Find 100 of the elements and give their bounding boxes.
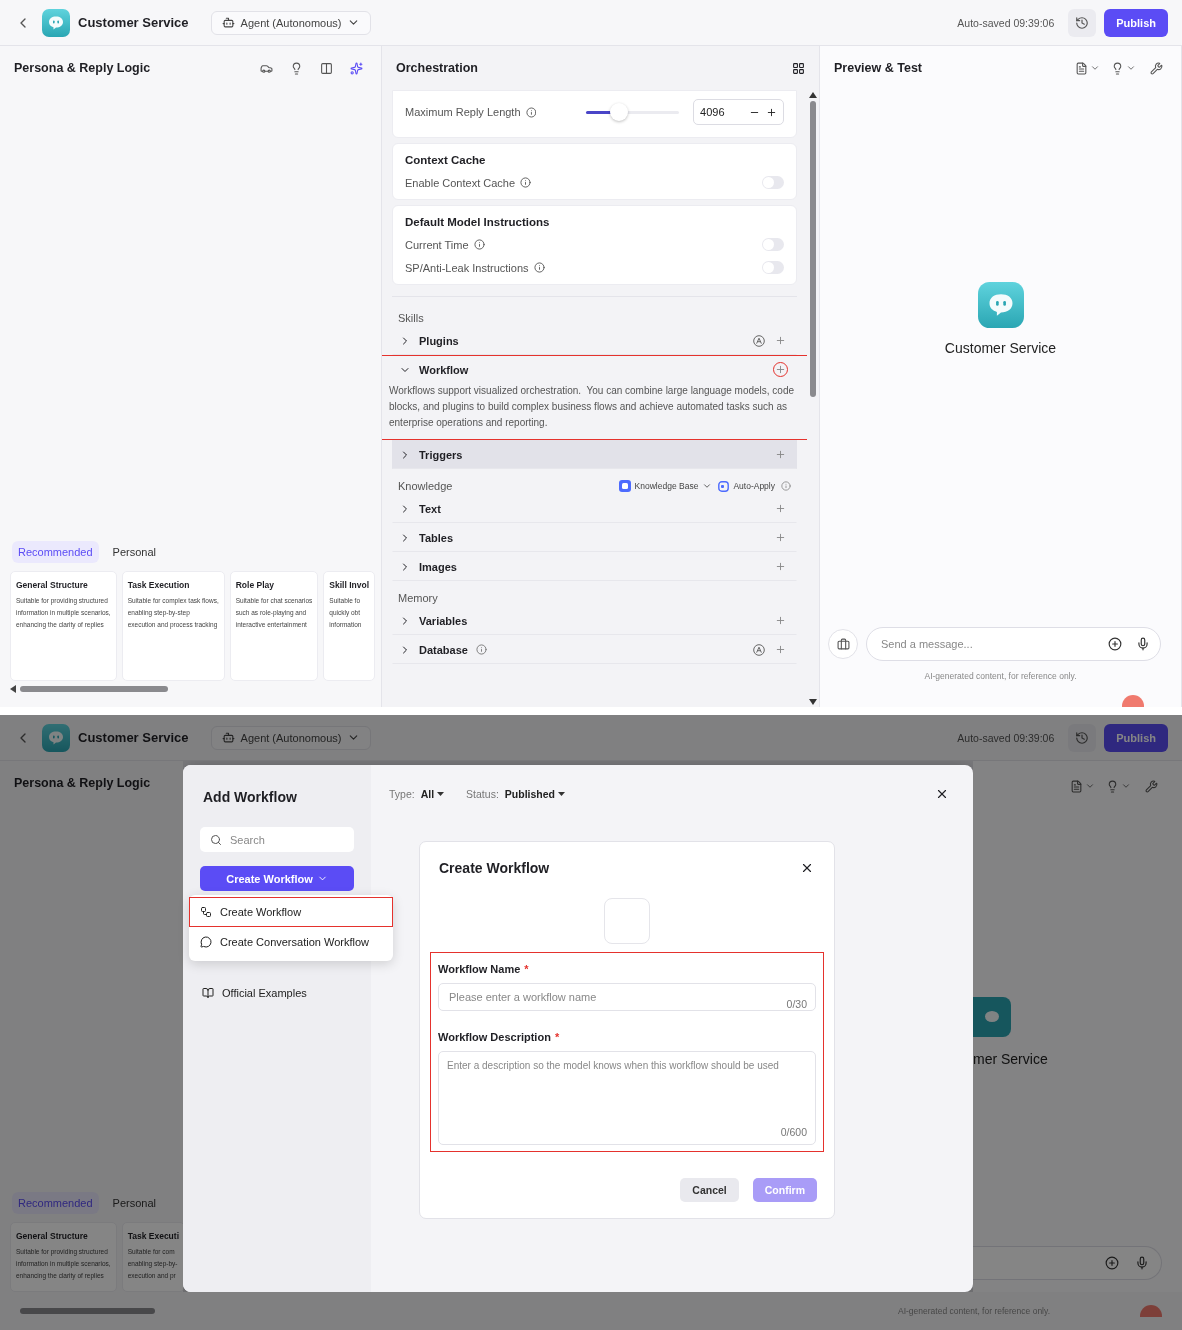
setting-label: SP/Anti-Leak Instructions (405, 261, 529, 274)
columns-icon (319, 61, 333, 75)
number-input[interactable]: 4096 (693, 99, 784, 125)
modal-title: Add Workflow (203, 789, 298, 805)
chat-icon (200, 936, 212, 948)
bot-logo-icon (42, 8, 70, 37)
template-title: Role Play (235, 580, 275, 590)
name-input[interactable]: Please enter a workflow name (447, 990, 787, 1004)
book-icon (202, 987, 214, 999)
group-title: Knowledge (398, 480, 454, 492)
chevron-down-icon (1120, 781, 1131, 791)
template-title: Skill Invol (329, 580, 369, 590)
info-icon (525, 106, 537, 118)
document-icon (1069, 779, 1083, 793)
wrench-icon (1149, 61, 1163, 75)
template-title: General Structure (16, 1231, 89, 1241)
number-value: 4096 (700, 106, 726, 118)
skill-row[interactable]: Triggers (392, 440, 797, 469)
briefcase-icon (836, 637, 850, 651)
info-icon (781, 481, 791, 491)
menu-item[interactable]: Create Workflow (189, 897, 393, 927)
knowledge-base-dropdown[interactable]: Knowledge Base (618, 480, 713, 492)
mode-label: Agent (Autonomous) (240, 16, 342, 29)
close-icon[interactable] (800, 861, 814, 875)
message-field[interactable]: Send a message... (866, 627, 1161, 661)
description-field[interactable]: Enter a description so the model knows when this workflow should be used 0/600 (438, 1051, 816, 1145)
auto-mode-icon[interactable] (753, 334, 765, 347)
microphone-icon[interactable] (1136, 637, 1150, 651)
message-input[interactable] (973, 1246, 1162, 1280)
publish-button[interactable]: Publish (1104, 8, 1168, 37)
chevron-down-icon (702, 481, 713, 491)
bot-icon (221, 731, 235, 744)
search-input[interactable]: Search (228, 832, 344, 847)
scroll-left-icon[interactable] (10, 685, 16, 693)
info-icon (533, 262, 545, 273)
history-icon (1075, 730, 1090, 745)
section-title: Variables (419, 614, 468, 627)
section-title: Database (419, 643, 468, 656)
bot-icon (221, 16, 235, 29)
bot-name: Customer Service (944, 339, 1057, 356)
mode-label: Agent (Autonomous) (240, 731, 342, 744)
bot-name: mer Service (973, 1051, 1048, 1067)
info-icon (520, 177, 532, 188)
section-title: Tables (419, 531, 454, 544)
scrollbar-thumb[interactable] (20, 1308, 155, 1314)
auto-apply-icon (718, 480, 730, 492)
mode-dropdown[interactable]: Agent (Autonomous) (210, 10, 372, 35)
character-count: 0/30 (786, 998, 807, 1010)
name-field[interactable]: Please enter a workflow name 0/30 (438, 983, 816, 1011)
history-button[interactable] (1068, 723, 1097, 752)
setting-label: Maximum Reply Length (405, 106, 521, 118)
briefcase-button[interactable] (828, 629, 858, 659)
panel-title: Orchestration (396, 61, 479, 75)
filter-dropdown[interactable]: Status: Published (466, 788, 565, 800)
scroll-down-icon[interactable] (809, 699, 817, 705)
bot-avatar-icon (977, 281, 1024, 328)
chevron-down-icon (1084, 781, 1095, 791)
menu-item[interactable]: Create Conversation Workflow (189, 927, 393, 957)
template-tab[interactable]: Recommended (12, 541, 99, 563)
add-icon[interactable] (1108, 637, 1122, 651)
template-title: General Structure (16, 580, 89, 590)
search-icon (210, 833, 222, 846)
skill-row[interactable]: Images (392, 552, 797, 581)
skill-row[interactable]: Database (392, 635, 797, 664)
scrollbar-thumb[interactable] (810, 100, 816, 397)
cancel-button[interactable]: Cancel (680, 1178, 739, 1202)
slider-thumb[interactable] (609, 103, 628, 121)
section-title: Triggers (419, 448, 463, 461)
auto-mode-icon[interactable] (753, 643, 765, 656)
autosave-status: Auto-saved 09:39:06 (957, 731, 1055, 744)
group-title: Memory (398, 592, 439, 604)
skill-row[interactable]: Plugins (392, 326, 797, 355)
template-tab[interactable]: Personal (106, 1192, 162, 1214)
scroll-up-icon[interactable] (809, 92, 817, 98)
panel-title: Persona & Reply Logic (14, 776, 152, 790)
grid-icon[interactable] (792, 61, 805, 75)
skill-row[interactable]: Tables (392, 523, 797, 552)
skill-row[interactable]: Text (392, 494, 797, 523)
history-icon (1075, 15, 1090, 30)
microphone-icon[interactable] (1135, 1256, 1149, 1270)
skill-row[interactable]: Variables (392, 606, 797, 635)
message-input[interactable]: Send a message... (879, 637, 1094, 651)
template-tab[interactable]: Personal (106, 541, 162, 563)
history-button[interactable] (1068, 8, 1097, 37)
mascot-icon (1140, 1305, 1162, 1317)
caret-icon (558, 792, 565, 796)
card-title: Default Model Instructions (405, 216, 551, 228)
search-field[interactable]: Search (200, 827, 354, 852)
mode-dropdown[interactable]: Agent (Autonomous) (210, 725, 372, 750)
filter-dropdown[interactable]: Type: All (389, 788, 445, 800)
field-label: Workflow Name * (438, 963, 530, 975)
official-examples-link[interactable]: Official Examples (200, 987, 354, 999)
setting-label: Enable Context Cache (405, 176, 516, 189)
create-workflow-button[interactable]: Create Workflow (200, 866, 354, 891)
field-label: Workflow Description * (438, 1031, 561, 1043)
scrollbar-thumb[interactable] (20, 686, 168, 692)
info-icon (475, 644, 487, 655)
plus-icon[interactable] (766, 106, 777, 118)
close-icon[interactable] (935, 787, 949, 801)
auto-apply-button[interactable]: Auto-Apply (718, 480, 775, 492)
